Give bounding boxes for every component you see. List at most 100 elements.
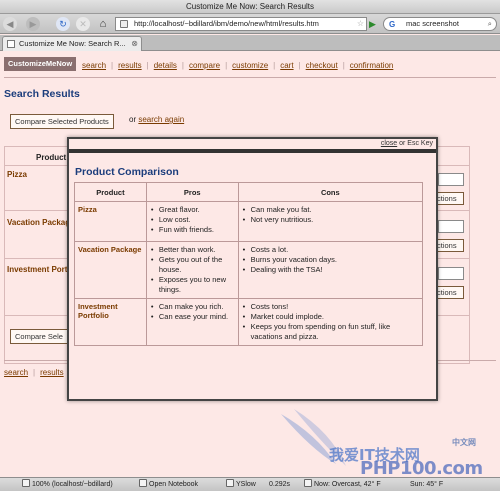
nav-confirmation[interactable]: confirmation <box>350 61 394 70</box>
page-title: Search Results <box>4 88 80 100</box>
tab-label: Customize Me Now: Search R... <box>19 39 126 48</box>
compare-selected-button[interactable]: Compare Selected Products <box>10 114 114 129</box>
window-title: Customize Me Now: Search Results <box>0 0 500 14</box>
pro-item: Fun with friends. <box>150 225 235 235</box>
con-item: Dealing with the TSA! <box>242 265 419 275</box>
load-time: 0.292s <box>269 481 291 488</box>
result-row-name[interactable]: Pizza <box>7 170 27 179</box>
result-quantity-input[interactable] <box>438 173 464 186</box>
address-text: http://localhost/~bdillard/ibm/demo/new/… <box>134 19 319 28</box>
cons-cell: Costs a lot. Burns your vacation days. D… <box>237 241 424 299</box>
results-header-product: Product <box>36 153 67 162</box>
modal-close-row: close or Esc Key <box>381 140 433 147</box>
cons-cell: Can make you fat. Not very nutritious. <box>237 201 424 242</box>
search-icon[interactable]: ⌕ <box>488 18 492 30</box>
zoom-status[interactable]: 100% (localhost/~bdillard) <box>22 478 113 491</box>
con-item: Costs tons! <box>242 302 419 312</box>
bookmark-star-icon[interactable]: ☆ <box>357 18 364 30</box>
search-engine-query: mac screenshot <box>406 19 459 28</box>
watermark-small-text: 中文网 <box>452 438 476 447</box>
zoom-icon <box>22 479 30 487</box>
compare-selected-bottom-button[interactable]: Compare Sele <box>10 329 68 344</box>
google-icon[interactable]: G <box>389 19 395 30</box>
result-quantity-input[interactable] <box>438 220 464 233</box>
result-action-button[interactable]: ctions <box>434 286 464 299</box>
modal-title: Product Comparison <box>75 166 179 178</box>
yslow-icon <box>226 479 234 487</box>
yslow-label: YSlow <box>236 481 256 488</box>
modal-header-bar <box>69 149 436 153</box>
tab-favicon-icon <box>7 40 15 48</box>
header-cons: Cons <box>237 182 424 202</box>
weather-sun: Sun: 45° F <box>410 481 444 488</box>
result-action-button[interactable]: ctions <box>434 192 464 205</box>
header-product: Product <box>74 182 147 202</box>
product-comparison-modal: close or Esc Key Product Comparison Prod… <box>67 137 438 401</box>
back-icon[interactable]: ◀ <box>3 17 17 31</box>
result-action-button[interactable]: ctions <box>434 239 464 252</box>
forward-icon[interactable]: ▶ <box>26 17 40 31</box>
yslow-button[interactable]: YSlow <box>226 478 256 491</box>
divider <box>4 77 496 78</box>
cons-cell: Costs tons! Market could implode. Keeps … <box>237 298 424 346</box>
notebook-icon <box>139 479 147 487</box>
product-name: Pizza <box>74 201 147 242</box>
home-icon[interactable]: ⌂ <box>96 17 110 31</box>
notebook-label: Open Notebook <box>149 481 199 488</box>
modal-close-link[interactable]: close <box>381 140 397 147</box>
pros-cell: Can make you rich. Can ease your mind. <box>145 298 239 346</box>
tab-results[interactable]: Customize Me Now: Search R... ⊗ <box>2 36 142 51</box>
pro-item: Can ease your mind. <box>150 312 235 322</box>
open-notebook-button[interactable]: Open Notebook <box>139 478 198 491</box>
con-item: Not very nutritious. <box>242 215 419 225</box>
table-row: Investment Portfolio Can make you rich. … <box>74 298 424 346</box>
site-nav: search | results | details | compare | customize… <box>82 61 394 70</box>
bottom-nav-results[interactable]: results <box>40 368 64 377</box>
result-row-name[interactable]: Vacation Package <box>7 218 75 227</box>
pro-item: Great flavor. <box>150 205 235 215</box>
nav-results[interactable]: results <box>118 61 142 70</box>
pros-cell: Better than work. Gets you out of the ho… <box>145 241 239 299</box>
nav-checkout[interactable]: checkout <box>306 61 338 70</box>
navigation-toolbar: ◀ ▶ ↻ ✕ ⌂ http://localhost/~bdillard/ibm… <box>0 14 500 34</box>
nav-search[interactable]: search <box>82 61 106 70</box>
nav-customize[interactable]: customize <box>232 61 268 70</box>
search-again-text: or search again <box>129 115 184 124</box>
product-name: Investment Portfolio <box>74 298 147 346</box>
comparison-table: Product Pros Cons Pizza Great flavor. Lo… <box>74 182 424 346</box>
page-favicon-icon <box>120 20 128 28</box>
search-engine-input[interactable]: G mac screenshot ⌕ <box>383 17 497 31</box>
product-name: Vacation Package <box>74 241 147 299</box>
watermark-logo: PHP100.com <box>360 458 483 479</box>
tab-close-icon[interactable]: ⊗ <box>131 37 138 51</box>
reload-icon[interactable]: ↻ <box>56 17 70 31</box>
address-bar[interactable]: http://localhost/~bdillard/ibm/demo/new/… <box>115 17 367 31</box>
con-item: Costs a lot. <box>242 245 419 255</box>
nav-cart[interactable]: cart <box>280 61 293 70</box>
bottom-nav-search[interactable]: search <box>4 368 28 377</box>
weather-now[interactable]: Now: Overcast, 42° F <box>304 478 381 491</box>
tab-strip: Customize Me Now: Search R... ⊗ <box>0 35 500 51</box>
pro-item: Low cost. <box>150 215 235 225</box>
nav-compare[interactable]: compare <box>189 61 220 70</box>
pro-item: Exposes you to new things. <box>150 275 235 295</box>
con-item: Burns your vacation days. <box>242 255 419 265</box>
stop-icon[interactable]: ✕ <box>76 17 90 31</box>
go-icon[interactable]: ▶ <box>369 18 381 30</box>
weather-now-label: Now: Overcast, 42° F <box>314 481 381 488</box>
pro-item: Gets you out of the house. <box>150 255 235 275</box>
weather-icon <box>304 479 312 487</box>
result-quantity-input[interactable] <box>438 267 464 280</box>
zoom-label: 100% (localhost/~bdillard) <box>32 481 113 488</box>
search-again-link[interactable]: search again <box>138 115 184 124</box>
con-item: Can make you fat. <box>242 205 419 215</box>
site-logo[interactable]: CustomizeMeNow <box>4 57 77 71</box>
con-item: Market could implode. <box>242 312 419 322</box>
status-bar: 100% (localhost/~bdillard) Open Notebook… <box>0 477 500 491</box>
con-item: Keeps you from spending on fun stuff, li… <box>242 322 419 342</box>
table-row: Pizza Great flavor. Low cost. Fun with f… <box>74 201 424 242</box>
table-row: Vacation Package Better than work. Gets … <box>74 241 424 299</box>
pro-item: Can make you rich. <box>150 302 235 312</box>
nav-details[interactable]: details <box>154 61 177 70</box>
bottom-nav: search | results <box>4 368 64 377</box>
